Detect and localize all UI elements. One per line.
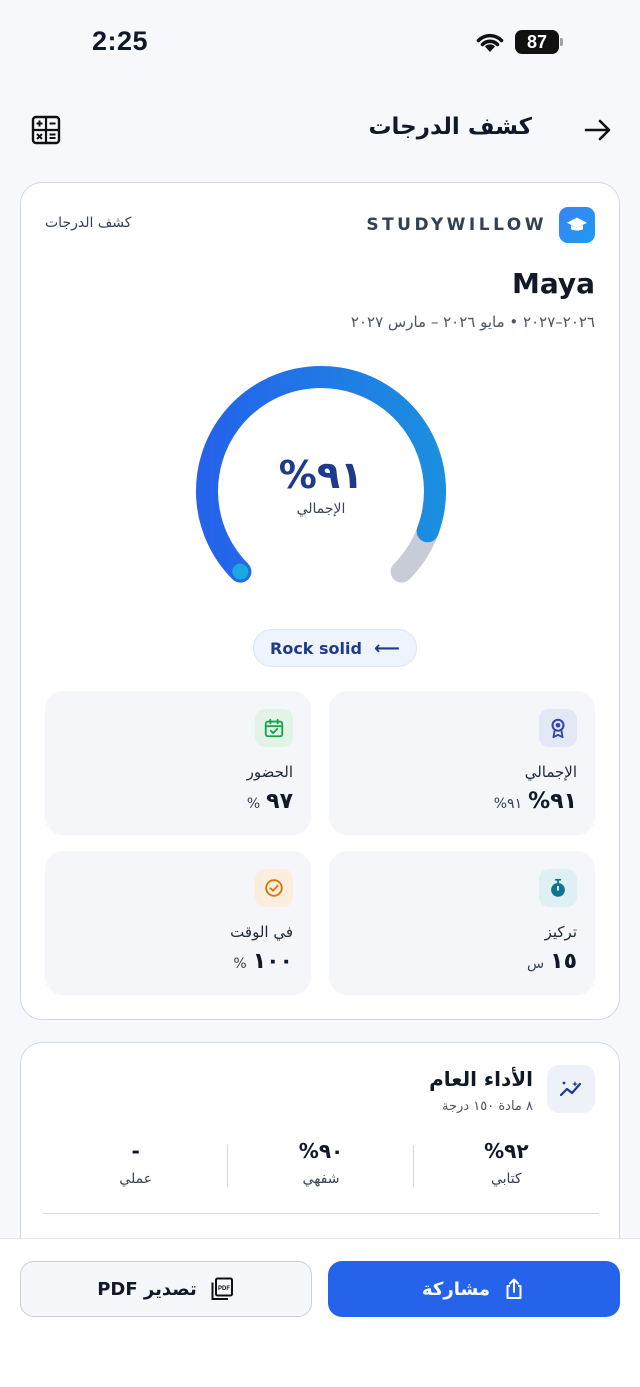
tile-value-sub: ٩١% [493, 796, 523, 812]
perf-value: ٩٠% [298, 1139, 344, 1163]
tile-on-time: في الوقت ١٠٠ % [45, 851, 311, 995]
back-arrow-icon[interactable] [582, 114, 614, 146]
tile-value: ١٥ س [527, 949, 577, 974]
battery-indicator: 87 [515, 30, 563, 54]
perf-col-oral: ٩٠% شفهي [228, 1139, 415, 1191]
badge-label: Rock solid [270, 638, 362, 658]
tile-label: الحضور [246, 763, 293, 781]
perf-label: شفهي [302, 1171, 340, 1187]
page-title: كشف الدرجات [368, 114, 532, 140]
trend-chart-icon [547, 1065, 595, 1113]
tile-value-sub: % [233, 956, 247, 972]
status-bar: 2:25 87 [0, 0, 640, 88]
tile-value-main: ٩١% [528, 789, 577, 814]
calendar-check-icon [255, 709, 293, 747]
divider [43, 1213, 599, 1214]
graduation-cap-icon [559, 207, 595, 243]
stopwatch-icon [539, 869, 577, 907]
arrow-left-icon: ⟵ [373, 637, 400, 659]
tile-label: في الوقت [230, 923, 293, 941]
term-dates: ٢٠٢٦–٢٠٢٧ • مايو ٢٠٢٦ – مارس ٢٠٢٧ [350, 313, 595, 331]
tile-label: الإجمالي [524, 763, 577, 781]
tile-value-sub: % [246, 796, 261, 812]
brand-name: STUDYWILLOW [366, 215, 547, 235]
performance-subtitle: ٨ مادة ١٥٠ درجة [442, 1099, 533, 1114]
report-card: STUDYWILLOW كشف الدرجات Maya ٢٠٢٦–٢٠٢٧ •… [20, 182, 620, 1020]
share-icon [506, 1278, 522, 1299]
perf-label: كتابي [490, 1171, 522, 1187]
battery-level: 87 [515, 30, 559, 54]
gauge-value: ٩١% [278, 453, 364, 497]
award-icon [539, 709, 577, 747]
battery-tip [560, 38, 563, 46]
gauge-start-dot [232, 563, 249, 580]
grade-report-screen: 2:25 87 كشف الدرجات STUDYWILLOW كشف الدر… [0, 0, 640, 1387]
perf-value: - [131, 1139, 140, 1163]
pdf-file-icon: PDF [211, 1277, 233, 1300]
tile-value: ١٠٠ % [233, 949, 293, 974]
app-header: كشف الدرجات [0, 100, 640, 160]
tile-attendance: الحضور ٩٧ % [45, 691, 311, 835]
performance-title: الأداء العام [429, 1067, 533, 1091]
tile-focus: تركيز ١٥ س [329, 851, 595, 995]
brand: STUDYWILLOW [366, 207, 595, 243]
gauge-label: الإجمالي [296, 501, 346, 517]
status-time: 2:25 [92, 26, 149, 56]
perf-col-written: ٩٢% كتابي [414, 1139, 599, 1191]
rock-solid-badge[interactable]: Rock solid ⟵ [253, 629, 417, 667]
tile-label: تركيز [544, 923, 577, 941]
clock-check-icon [255, 869, 293, 907]
card-tag: كشف الدرجات [45, 215, 132, 231]
tile-value: ٩١% ٩١% [494, 789, 577, 814]
student-name: Maya [511, 267, 595, 300]
export-pdf-button[interactable]: PDF تصدير PDF [20, 1261, 312, 1317]
perf-col-practical: - عملي [43, 1139, 229, 1191]
tile-overall: الإجمالي ٩١% ٩١% [329, 691, 595, 835]
performance-columns: ٩٢% كتابي ٩٠% شفهي - عملي [43, 1139, 599, 1191]
svg-text:PDF: PDF [218, 1286, 230, 1292]
tile-value-main: ١٥ [550, 949, 577, 974]
export-pdf-label: تصدير PDF [97, 1278, 197, 1300]
bottom-action-bar: مشاركة PDF تصدير PDF [0, 1238, 640, 1387]
perf-label: عملي [119, 1171, 153, 1187]
perf-value: ٩٢% [484, 1139, 529, 1163]
gauge-center: ٩١% الإجمالي [191, 453, 451, 517]
share-button[interactable]: مشاركة [328, 1261, 620, 1317]
tile-value-main: ٩٧ [266, 789, 293, 814]
tile-value: ٩٧ % [247, 789, 293, 814]
calculator-icon[interactable] [30, 114, 62, 146]
tile-value-main: ١٠٠ [252, 949, 293, 974]
share-label: مشاركة [422, 1278, 490, 1300]
tile-value-sub: س [527, 956, 545, 972]
wifi-icon [476, 33, 504, 52]
